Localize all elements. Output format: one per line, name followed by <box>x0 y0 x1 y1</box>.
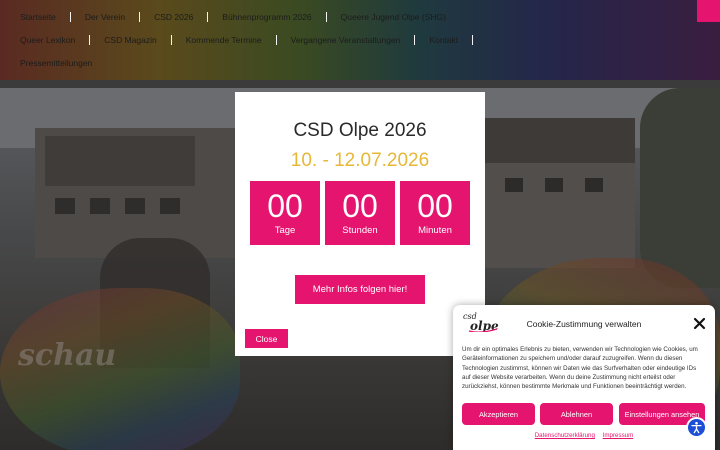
cookie-links: Datenschutzerklärung Impressum <box>453 432 715 439</box>
nav-item-csd-magazin[interactable]: CSD Magazin <box>98 35 162 45</box>
decline-cookies-button[interactable]: Ablehnen <box>540 403 613 425</box>
accessibility-figure-icon <box>691 421 702 434</box>
nav-separator <box>89 35 91 45</box>
countdown-hours: 00 Stunden <box>325 181 395 245</box>
nav-item-csd-2026[interactable]: CSD 2026 <box>148 12 199 22</box>
nav-item-queer-lexikon[interactable]: Queer Lexikon <box>14 35 81 45</box>
countdown-minutes: 00 Minuten <box>400 181 470 245</box>
nav-item-startseite[interactable]: Startseite <box>14 12 62 22</box>
nav-item-vergangene-veranstaltungen[interactable]: Vergangene Veranstaltungen <box>285 35 407 45</box>
nav-item-buehnenprogramm[interactable]: Bühnenprogramm 2026 <box>216 12 317 22</box>
countdown-days-label: Tage <box>274 225 296 236</box>
close-icon[interactable] <box>693 317 706 330</box>
nav-row-2: Queer Lexikon CSD Magazin Kommende Termi… <box>14 30 481 50</box>
cookie-title: Cookie-Zustimmung verwalten <box>526 319 642 329</box>
site-header: Startseite Der Verein CSD 2026 Bühnenpro… <box>0 0 720 80</box>
cookie-banner: csd olpe Cookie-Zustimmung verwalten Um … <box>453 305 715 450</box>
nav-separator <box>139 12 141 22</box>
nav-separator <box>325 12 327 22</box>
countdown-hours-value: 00 <box>342 188 378 224</box>
countdown-minutes-label: Minuten <box>418 225 452 236</box>
hero-tree <box>640 88 720 288</box>
hero-script-text: schau <box>18 338 117 373</box>
nav-row-3: Pressemitteilungen <box>14 53 98 73</box>
nav-separator <box>207 12 209 22</box>
more-info-button[interactable]: Mehr Infos folgen hier! <box>295 275 425 304</box>
nav-separator <box>275 35 277 45</box>
nav-separator <box>472 35 474 45</box>
header-divider <box>0 80 720 88</box>
popup-close-button[interactable]: Close <box>245 329 288 348</box>
hero-house-right <box>485 118 635 268</box>
nav-item-kommende-termine[interactable]: Kommende Termine <box>180 35 268 45</box>
popup-title: CSD Olpe 2026 <box>293 120 427 141</box>
nav-item-queere-jugend[interactable]: Queere Jugend Olpe (SHG) <box>335 12 452 22</box>
nav-separator <box>414 35 416 45</box>
countdown-days: 00 Tage <box>250 181 320 245</box>
countdown-days-value: 00 <box>267 188 303 224</box>
accept-cookies-button[interactable]: Akzeptieren <box>462 403 535 425</box>
nav-separator <box>170 35 172 45</box>
header-corner-button[interactable] <box>697 0 720 22</box>
nav-separator <box>69 12 71 22</box>
nav-row-1: Startseite Der Verein CSD 2026 Bühnenpro… <box>14 7 452 27</box>
nav-item-der-verein[interactable]: Der Verein <box>79 12 131 22</box>
imprint-link[interactable]: Impressum <box>603 432 634 439</box>
popup-date: 10. - 12.07.2026 <box>290 150 430 171</box>
accessibility-icon[interactable] <box>686 417 707 438</box>
countdown-hours-label: Stunden <box>342 225 378 236</box>
nav-item-pressemitteilungen[interactable]: Pressemitteilungen <box>14 58 98 68</box>
countdown-minutes-value: 00 <box>417 188 453 224</box>
event-popup: CSD Olpe 2026 10. - 12.07.2026 00 Tage 0… <box>235 92 485 356</box>
nav-item-kontakt[interactable]: Kontakt <box>423 35 464 45</box>
privacy-link[interactable]: Datenschutzerklärung <box>535 432 595 439</box>
cookie-text: Um dir ein optimales Erlebnis zu bieten,… <box>462 346 698 391</box>
